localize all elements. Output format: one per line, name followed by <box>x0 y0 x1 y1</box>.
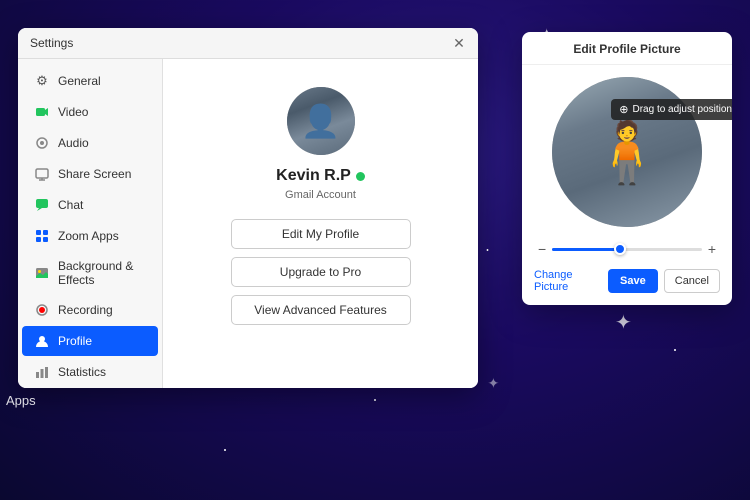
sidebar-item-chat[interactable]: Chat <box>22 190 158 220</box>
zoom-slider-container: − + <box>522 231 732 263</box>
close-button[interactable]: ✕ <box>452 36 466 50</box>
zoom-slider-thumb[interactable] <box>614 243 626 255</box>
user-name: Kevin R.P <box>276 167 365 185</box>
chat-icon <box>34 197 50 213</box>
sidebar-item-zoom-apps[interactable]: Zoom Apps <box>22 221 158 251</box>
share-screen-icon <box>34 166 50 182</box>
edit-profile-button[interactable]: Edit My Profile <box>231 219 411 249</box>
settings-window: Settings ✕ ⚙ General Video Audio <box>18 28 478 388</box>
apps-label: Apps <box>6 393 36 408</box>
change-picture-link[interactable]: Change Picture <box>534 269 608 293</box>
sidebar-label-video: Video <box>58 105 88 119</box>
edit-profile-dialog: Edit Profile Picture Drag to adjust posi… <box>522 32 732 305</box>
sidebar-label-profile: Profile <box>58 334 92 348</box>
sidebar-item-recording[interactable]: Recording <box>22 295 158 325</box>
sidebar-label-chat: Chat <box>58 198 83 212</box>
avatar <box>287 87 355 155</box>
sidebar-item-audio[interactable]: Audio <box>22 128 158 158</box>
sidebar-label-zoom-apps: Zoom Apps <box>58 229 119 243</box>
dialog-buttons: Save Cancel <box>608 269 720 293</box>
sidebar-item-profile[interactable]: Profile <box>22 326 158 356</box>
cancel-button[interactable]: Cancel <box>664 269 720 293</box>
sidebar-label-recording: Recording <box>58 303 113 317</box>
zoom-plus-button[interactable]: + <box>708 241 716 257</box>
save-button[interactable]: Save <box>608 269 658 293</box>
profile-main-content: Kevin R.P Gmail Account Edit My Profile … <box>163 59 478 388</box>
upgrade-pro-button[interactable]: Upgrade to Pro <box>231 257 411 287</box>
advanced-features-button[interactable]: View Advanced Features <box>231 295 411 325</box>
edit-dialog-title: Edit Profile Picture <box>522 32 732 65</box>
user-email: Gmail Account <box>285 189 356 201</box>
online-indicator <box>356 172 365 181</box>
zoom-slider[interactable] <box>552 248 702 251</box>
background-icon <box>34 265 50 281</box>
recording-icon <box>34 302 50 318</box>
general-icon: ⚙ <box>34 73 50 89</box>
sidebar-item-video[interactable]: Video <box>22 97 158 127</box>
sidebar-item-share-screen[interactable]: Share Screen <box>22 159 158 189</box>
sparkle-4: ✦ <box>488 375 500 392</box>
drag-tooltip: Drag to adjust position <box>611 99 732 120</box>
edit-dialog-actions: Change Picture Save Cancel <box>522 263 732 305</box>
sidebar-label-audio: Audio <box>58 136 89 150</box>
zoom-slider-fill <box>552 248 619 251</box>
settings-body: ⚙ General Video Audio Share Screen <box>18 59 478 388</box>
sidebar-label-share-screen: Share Screen <box>58 167 131 181</box>
window-title: Settings <box>30 36 73 50</box>
sidebar-item-background[interactable]: Background & Effects <box>22 252 158 294</box>
zoom-minus-button[interactable]: − <box>538 241 546 257</box>
sidebar-label-background: Background & Effects <box>58 259 146 287</box>
sidebar-label-statistics: Statistics <box>58 365 106 379</box>
zoom-apps-icon <box>34 228 50 244</box>
avatar-photo <box>287 87 355 155</box>
sidebar-item-statistics[interactable]: Statistics <box>22 357 158 387</box>
profile-icon <box>34 333 50 349</box>
sidebar-item-general[interactable]: ⚙ General <box>22 66 158 96</box>
sparkle-3: ✦ <box>615 310 632 335</box>
sidebar-label-general: General <box>58 74 101 88</box>
sidebar: ⚙ General Video Audio Share Screen <box>18 59 163 388</box>
video-icon <box>34 104 50 120</box>
statistics-icon <box>34 364 50 380</box>
audio-icon <box>34 135 50 151</box>
title-bar: Settings ✕ <box>18 28 478 59</box>
